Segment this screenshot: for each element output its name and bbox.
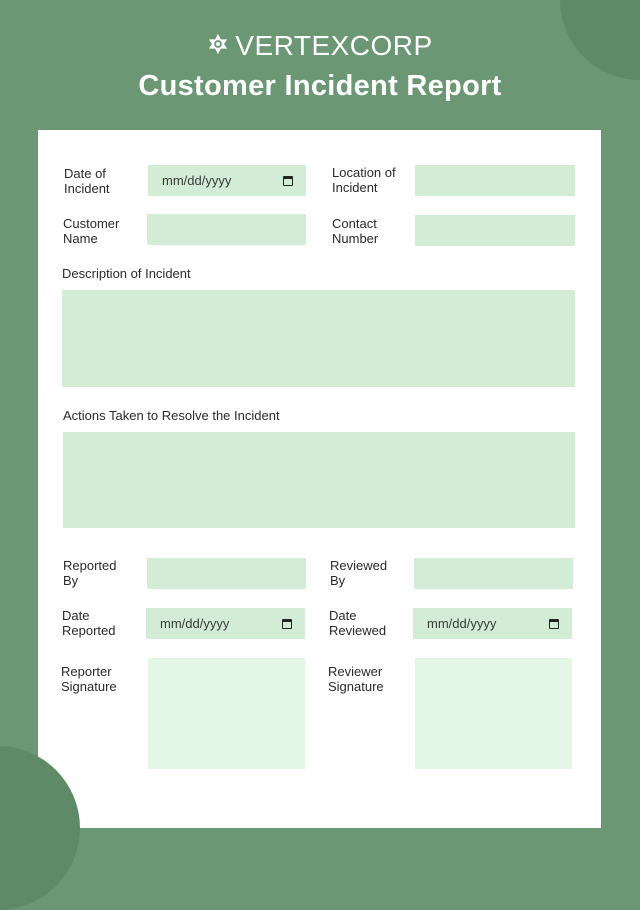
form-card: Date of Incident mm/dd/yyyy Location of In…: [38, 130, 601, 828]
reporter-signature-box[interactable]: [148, 658, 305, 769]
date-placeholder: mm/dd/yyyy: [162, 173, 232, 188]
description-textarea[interactable]: [62, 290, 575, 387]
description-label: Description of Incident: [62, 266, 191, 281]
contact-number-input[interactable]: [415, 215, 575, 246]
actions-taken-textarea[interactable]: [63, 432, 575, 528]
reviewer-signature-box[interactable]: [415, 658, 572, 769]
date-placeholder: mm/dd/yyyy: [427, 616, 497, 631]
brand-name: VERTEXCORP: [235, 30, 433, 61]
customer-name-label: Customer Name: [63, 216, 120, 246]
calendar-icon[interactable]: [283, 175, 293, 186]
reporter-signature-label: Reporter Signature: [61, 664, 117, 694]
date-reported-label: Date Reported: [62, 608, 116, 638]
page-title: Customer Incident Report: [138, 70, 502, 102]
actions-taken-label: Actions Taken to Resolve the Incident: [63, 408, 280, 423]
reviewer-signature-label: Reviewer Signature: [328, 664, 384, 694]
date-placeholder: mm/dd/yyyy: [160, 616, 230, 631]
contact-number-label: Contact Number: [332, 216, 379, 246]
star-hexagon-icon: [207, 30, 229, 62]
customer-name-input[interactable]: [147, 214, 306, 245]
calendar-icon[interactable]: [282, 618, 292, 629]
date-reviewed-input[interactable]: mm/dd/yyyy: [413, 608, 572, 639]
location-of-incident-input[interactable]: [415, 165, 575, 196]
date-of-incident-input[interactable]: mm/dd/yyyy: [148, 165, 306, 196]
reported-by-input[interactable]: [147, 558, 306, 589]
date-of-incident-label: Date of Incident: [64, 166, 110, 196]
brand-logo: VERTEXCORP: [0, 30, 640, 62]
reviewed-by-label: Reviewed By: [330, 558, 388, 588]
calendar-icon[interactable]: [549, 618, 559, 629]
date-reported-input[interactable]: mm/dd/yyyy: [146, 608, 305, 639]
date-reviewed-label: Date Reviewed: [329, 608, 387, 638]
reviewed-by-input[interactable]: [414, 558, 573, 589]
location-of-incident-label: Location of Incident: [332, 165, 396, 195]
reported-by-label: Reported By: [63, 558, 117, 588]
